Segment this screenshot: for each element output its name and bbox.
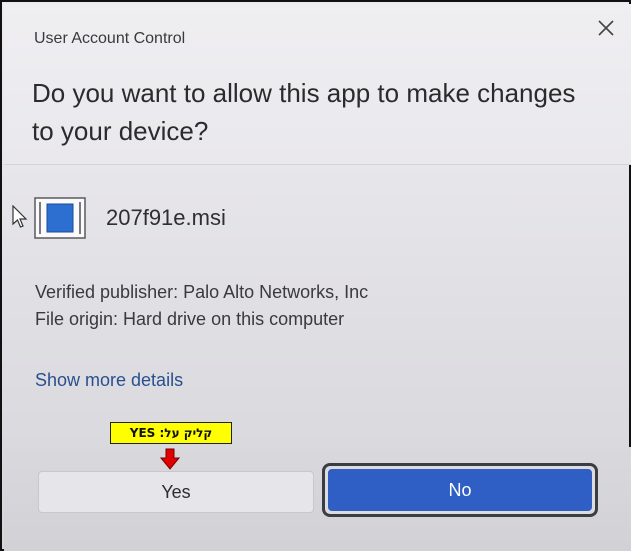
origin-text: File origin: Hard drive on this computer <box>35 309 345 329</box>
publisher-text: Verified publisher: Palo Alto Networks, … <box>35 282 369 302</box>
close-icon <box>598 20 614 36</box>
yes-button[interactable]: Yes <box>38 471 314 513</box>
installer-app-icon <box>34 197 86 239</box>
show-more-details-link[interactable]: Show more details <box>35 370 183 391</box>
close-button[interactable] <box>592 14 620 42</box>
no-button-label: No <box>328 469 592 511</box>
down-arrow-icon <box>160 448 180 470</box>
no-button[interactable]: No <box>322 463 598 517</box>
dialog-title: User Account Control <box>34 30 186 47</box>
app-name: 207f91e.msi <box>106 205 226 230</box>
question-text: Do you want to allow this app to make ch… <box>32 78 576 146</box>
cursor-icon <box>12 205 28 228</box>
app-info: Verified publisher: Palo Alto Networks, … <box>35 279 368 333</box>
annotation-label: קליק על: YES <box>110 422 232 444</box>
